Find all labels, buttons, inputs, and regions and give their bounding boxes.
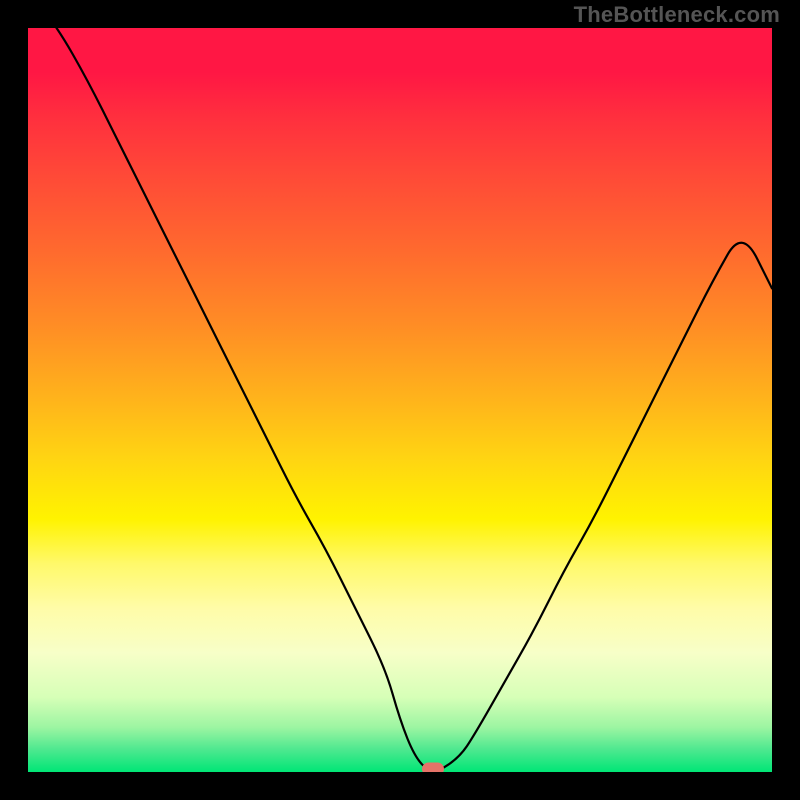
chart-frame: TheBottleneck.com — [0, 0, 800, 800]
plot-area — [28, 28, 772, 772]
watermark-text: TheBottleneck.com — [574, 2, 780, 28]
optimum-marker — [422, 763, 444, 773]
curve-path — [28, 28, 772, 772]
bottleneck-curve — [28, 28, 772, 772]
